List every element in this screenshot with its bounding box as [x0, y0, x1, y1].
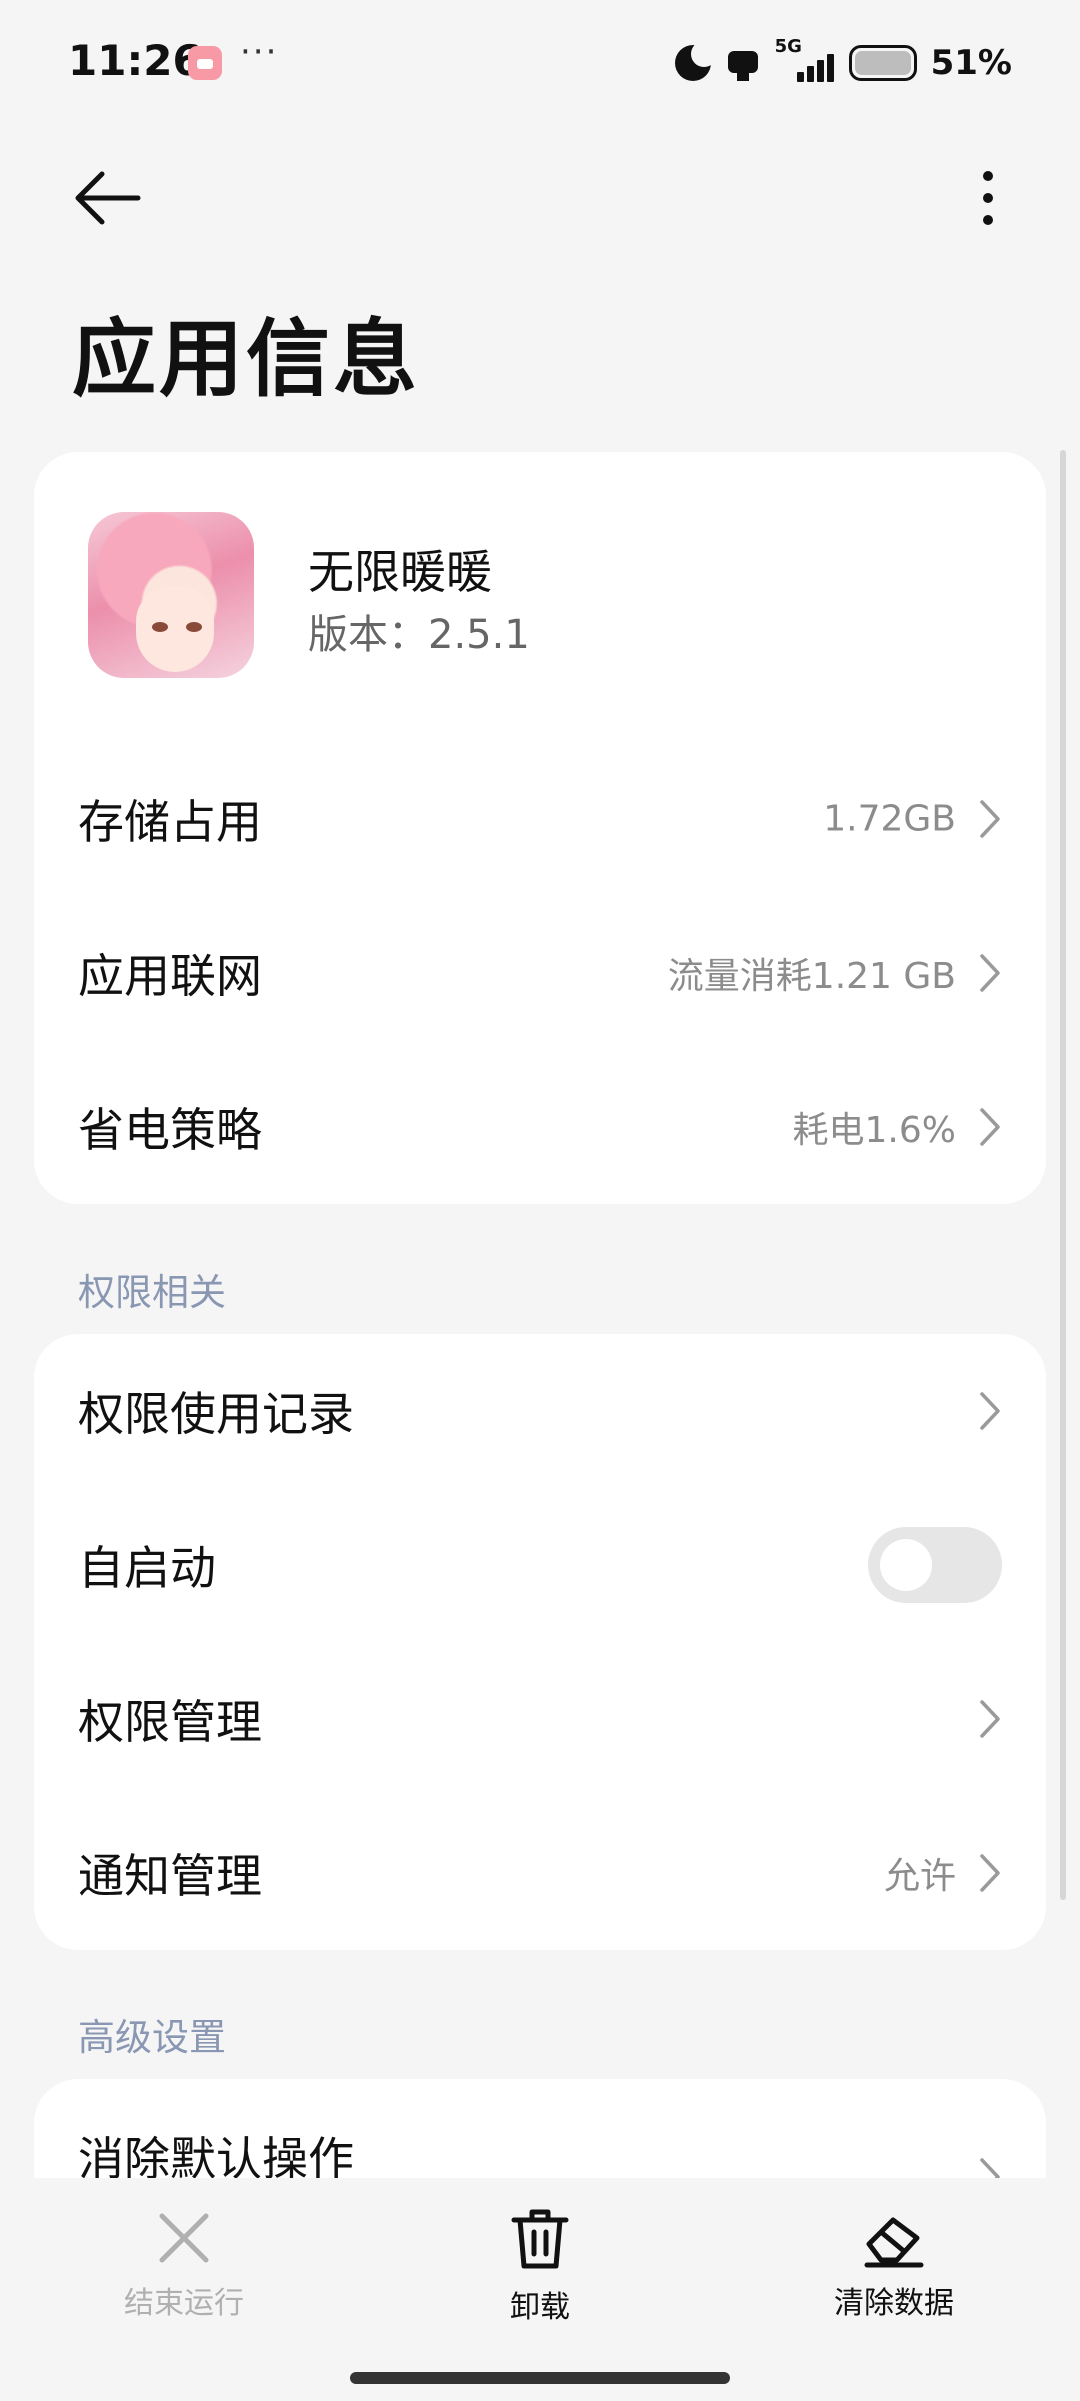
row-label: 权限使用记录 — [78, 1387, 354, 1441]
status-time: 11:26 — [68, 36, 202, 85]
chevron-right-icon — [980, 1108, 1000, 1146]
action-label: 结束运行 — [124, 2286, 244, 2321]
row-value: 流量消耗1.21 GB — [667, 956, 956, 997]
row-label: 存储占用 — [78, 795, 262, 849]
home-indicator[interactable] — [350, 2372, 730, 2384]
eraser-icon — [864, 2217, 924, 2268]
signal-icon: 5G — [775, 36, 835, 86]
arrow-left-icon[interactable] — [72, 168, 144, 228]
battery-icon — [848, 45, 917, 81]
app-name: 无限暖暖 — [308, 545, 492, 599]
app-header: 无限暖暖 版本：2.5.1 — [34, 452, 1046, 742]
app-notification-icon — [188, 46, 222, 80]
toggle-knob — [880, 1539, 932, 1591]
permissions-card: 权限使用记录 自启动 权限管理 通知管理 允许 — [34, 1334, 1046, 1950]
autostart-toggle[interactable] — [868, 1527, 1002, 1603]
app-version: 版本：2.5.1 — [308, 612, 530, 658]
app-icon — [88, 512, 254, 678]
row-label: 权限管理 — [78, 1695, 262, 1749]
uninstall-button[interactable]: 卸载 — [430, 2208, 650, 2326]
row-label: 通知管理 — [78, 1849, 262, 1903]
autostart-row: 自启动 — [34, 1488, 1046, 1642]
app-info-screen: 11:26 ··· 5G 51% 应用信息 无限暖暖 版本：2.5.1 存储占用… — [0, 0, 1080, 2401]
action-label: 清除数据 — [834, 2286, 954, 2321]
chevron-right-icon — [980, 800, 1000, 838]
battery-percent: 51% — [930, 43, 1012, 83]
chevron-right-icon — [980, 1854, 1000, 1892]
more-vertical-icon[interactable] — [976, 168, 1000, 228]
permission-history-row[interactable]: 权限使用记录 — [34, 1334, 1046, 1488]
scrollbar[interactable] — [1060, 450, 1066, 1900]
action-label: 卸载 — [510, 2290, 570, 2325]
network-row[interactable]: 应用联网 流量消耗1.21 GB — [34, 896, 1046, 1050]
chevron-right-icon — [980, 1700, 1000, 1738]
app-info-card: 无限暖暖 版本：2.5.1 存储占用 1.72GB 应用联网 流量消耗1.21 … — [34, 452, 1046, 1204]
status-icons: 5G 51% — [674, 36, 1012, 88]
row-value: 允许 — [883, 1856, 956, 1897]
row-label: 自启动 — [78, 1541, 216, 1595]
notification-management-row[interactable]: 通知管理 允许 — [34, 1796, 1046, 1950]
force-stop-button[interactable]: 结束运行 — [74, 2208, 294, 2322]
network-type-label: 5G — [774, 36, 802, 57]
clear-data-button[interactable]: 清除数据 — [784, 2208, 1004, 2322]
chevron-right-icon — [980, 1392, 1000, 1430]
trash-icon — [511, 2209, 569, 2269]
row-value: 耗电1.6% — [792, 1110, 956, 1151]
page-title: 应用信息 — [72, 310, 421, 408]
section-label-permissions: 权限相关 — [78, 1271, 226, 1314]
row-label: 应用联网 — [78, 949, 262, 1003]
device-icon — [725, 45, 761, 81]
moon-icon — [674, 41, 717, 81]
permission-management-row[interactable]: 权限管理 — [34, 1642, 1046, 1796]
chevron-right-icon — [980, 954, 1000, 992]
power-saving-row[interactable]: 省电策略 耗电1.6% — [34, 1050, 1046, 1204]
status-more-indicator: ··· — [240, 32, 279, 72]
row-label: 省电策略 — [78, 1103, 262, 1157]
status-bar: 11:26 ··· 5G 51% — [0, 0, 1080, 125]
close-icon — [159, 2213, 209, 2263]
section-label-advanced: 高级设置 — [78, 2016, 226, 2059]
storage-row[interactable]: 存储占用 1.72GB — [34, 742, 1046, 896]
row-value: 1.72GB — [823, 798, 956, 840]
bottom-action-bar: 结束运行 卸载 清除数据 — [0, 2178, 1080, 2401]
